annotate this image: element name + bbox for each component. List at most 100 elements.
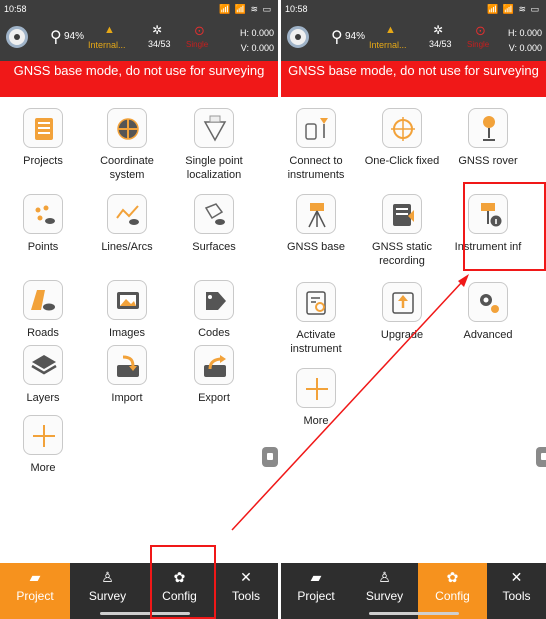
menu-item-gnss-base[interactable]: GNSS base (281, 194, 361, 254)
menu-item-advanced[interactable]: Advanced (443, 282, 533, 342)
menu-item-more[interactable]: More (0, 415, 88, 475)
menu-item-label: More (303, 415, 329, 427)
menu-item-label: Roads (27, 327, 59, 339)
projects-icon (23, 108, 63, 148)
internal-icon: ▲ (104, 24, 115, 36)
settings-gear-icon[interactable] (287, 26, 309, 48)
menu-item-activate-instrument[interactable]: Activate instrument (281, 282, 361, 356)
menu-item-single-point-localization[interactable]: Single point localization (169, 108, 259, 182)
nav-tab-tools[interactable]: ✕ Tools (487, 563, 546, 619)
plus-icon (296, 368, 336, 408)
h-precision: H: 0.000 (507, 28, 542, 38)
settings-gear-icon[interactable] (6, 26, 28, 48)
menu-item-lines-arcs[interactable]: Lines/Arcs (82, 194, 172, 254)
plus-icon (23, 415, 63, 455)
nav-tab-tools[interactable]: ✕ Tools (214, 563, 278, 619)
status-time: 10:58 (285, 4, 308, 14)
nav-tab-survey[interactable]: ♙ Survey (351, 563, 418, 619)
nav-tab-label: Config (162, 589, 197, 603)
crosshair-icon (382, 108, 422, 148)
rover-icon (468, 108, 508, 148)
menu-item-label: GNSS static recording (372, 241, 432, 267)
menu-item-coordinate-system[interactable]: Coordinate system (82, 108, 172, 182)
roads-icon (23, 280, 63, 320)
globe-icon (107, 108, 147, 148)
menu-item-label: Single point localization (185, 155, 243, 181)
connect-icon (296, 108, 336, 148)
config-icon: ✿ (173, 569, 186, 585)
codes-icon (194, 280, 234, 320)
info-bar: ⚲ 94% ▲ Internal... ✲ 34/53 ⊙ Single H: … (281, 18, 546, 61)
menu-item-layers[interactable]: Layers (0, 345, 88, 405)
solution-icon: ⊙ (475, 23, 486, 38)
solution-mode: Single (467, 40, 490, 49)
solution-mode: Single (186, 40, 209, 49)
home-indicator (369, 612, 459, 615)
bottom-nav: ▰ Project ♙ Survey ✿ Config ✕ Tools (281, 563, 546, 619)
localization-icon (194, 108, 234, 148)
survey-icon: ♙ (378, 569, 391, 585)
battery-icon: ⚲ (331, 29, 343, 46)
menu-item-label: Points (27, 241, 59, 253)
menu-item-label: More (30, 462, 56, 474)
side-panel-handle[interactable] (536, 447, 546, 467)
nav-tab-project[interactable]: ▰ Project (0, 563, 70, 619)
menu-item-label: Layers (26, 392, 60, 404)
menu-item-projects[interactable]: Projects (0, 108, 88, 168)
menu-item-gnss-static-recording[interactable]: GNSS static recording (357, 194, 447, 268)
menu-item-images[interactable]: Images (82, 280, 172, 340)
menu-item-label: Advanced (463, 329, 513, 341)
battery-text: 94% (345, 31, 366, 42)
side-panel-handle[interactable] (262, 447, 278, 467)
menu-item-connect-to-instruments[interactable]: Connect to instruments (281, 108, 361, 182)
nav-tab-label: Config (435, 589, 470, 603)
menu-item-import[interactable]: Import (82, 345, 172, 405)
base-icon (296, 194, 336, 234)
menu-item-surfaces[interactable]: Surfaces (169, 194, 259, 254)
signal-icon: 📶 📶 ≋ ▭ (219, 4, 272, 14)
nav-tab-project[interactable]: ▰ Project (281, 563, 351, 619)
left-screen: 10:58 📶 📶 ≋ ▭ ⚲ 94% ▲ Internal... ✲ 34/5… (0, 0, 278, 619)
satellite-icon: ✲ (433, 23, 444, 37)
solution-icon: ⊙ (194, 23, 205, 38)
tools-icon: ✕ (240, 569, 252, 585)
menu-item-roads[interactable]: Roads (0, 280, 88, 340)
nav-tab-label: Project (16, 589, 54, 603)
internal-text: Internal... (369, 40, 407, 50)
menu-item-more[interactable]: More (281, 368, 361, 428)
menu-item-label: Images (108, 327, 146, 339)
menu-item-points[interactable]: Points (0, 194, 88, 254)
nav-tab-label: Project (297, 589, 335, 603)
surfaces-icon (194, 194, 234, 234)
nav-tab-config[interactable]: ✿ Config (418, 563, 487, 619)
menu-item-label: GNSS rover (458, 155, 518, 167)
nav-tab-config[interactable]: ✿ Config (145, 563, 214, 619)
status-bar: 10:58 📶 📶 ≋ ▭ (281, 0, 546, 18)
menu-item-label: Activate instrument (290, 329, 342, 355)
menu-item-label: GNSS base (286, 241, 346, 253)
menu-item-instrument-inf[interactable]: Instrument inf (443, 194, 533, 254)
menu-item-label: Coordinate system (100, 155, 154, 181)
battery-icon: ⚲ (50, 29, 62, 46)
h-precision: H: 0.000 (239, 28, 274, 38)
right-screen: 10:58 📶 📶 ≋ ▭ ⚲ 94% ▲ Internal... ✲ 34/5… (281, 0, 546, 619)
upgrade-icon (382, 282, 422, 322)
v-precision: V: 0.000 (508, 43, 542, 53)
bottom-nav: ▰ Project ♙ Survey ✿ Config ✕ Tools (0, 563, 278, 619)
folder-icon: ▰ (29, 569, 41, 585)
import-icon (107, 345, 147, 385)
nav-tab-survey[interactable]: ♙ Survey (70, 563, 145, 619)
advanced-icon (468, 282, 508, 322)
lines-icon (107, 194, 147, 234)
menu-item-codes[interactable]: Codes (169, 280, 259, 340)
folder-icon: ▰ (310, 569, 322, 585)
nav-tab-label: Survey (88, 589, 127, 603)
menu-item-export[interactable]: Export (169, 345, 259, 405)
menu-item-gnss-rover[interactable]: GNSS rover (443, 108, 533, 168)
satellite-icon: ✲ (152, 23, 163, 37)
images-icon (107, 280, 147, 320)
v-precision: V: 0.000 (240, 43, 274, 53)
menu-item-one-click-fixed[interactable]: One-Click fixed (357, 108, 447, 168)
menu-item-upgrade[interactable]: Upgrade (357, 282, 447, 342)
menu-item-label: Upgrade (380, 329, 424, 341)
